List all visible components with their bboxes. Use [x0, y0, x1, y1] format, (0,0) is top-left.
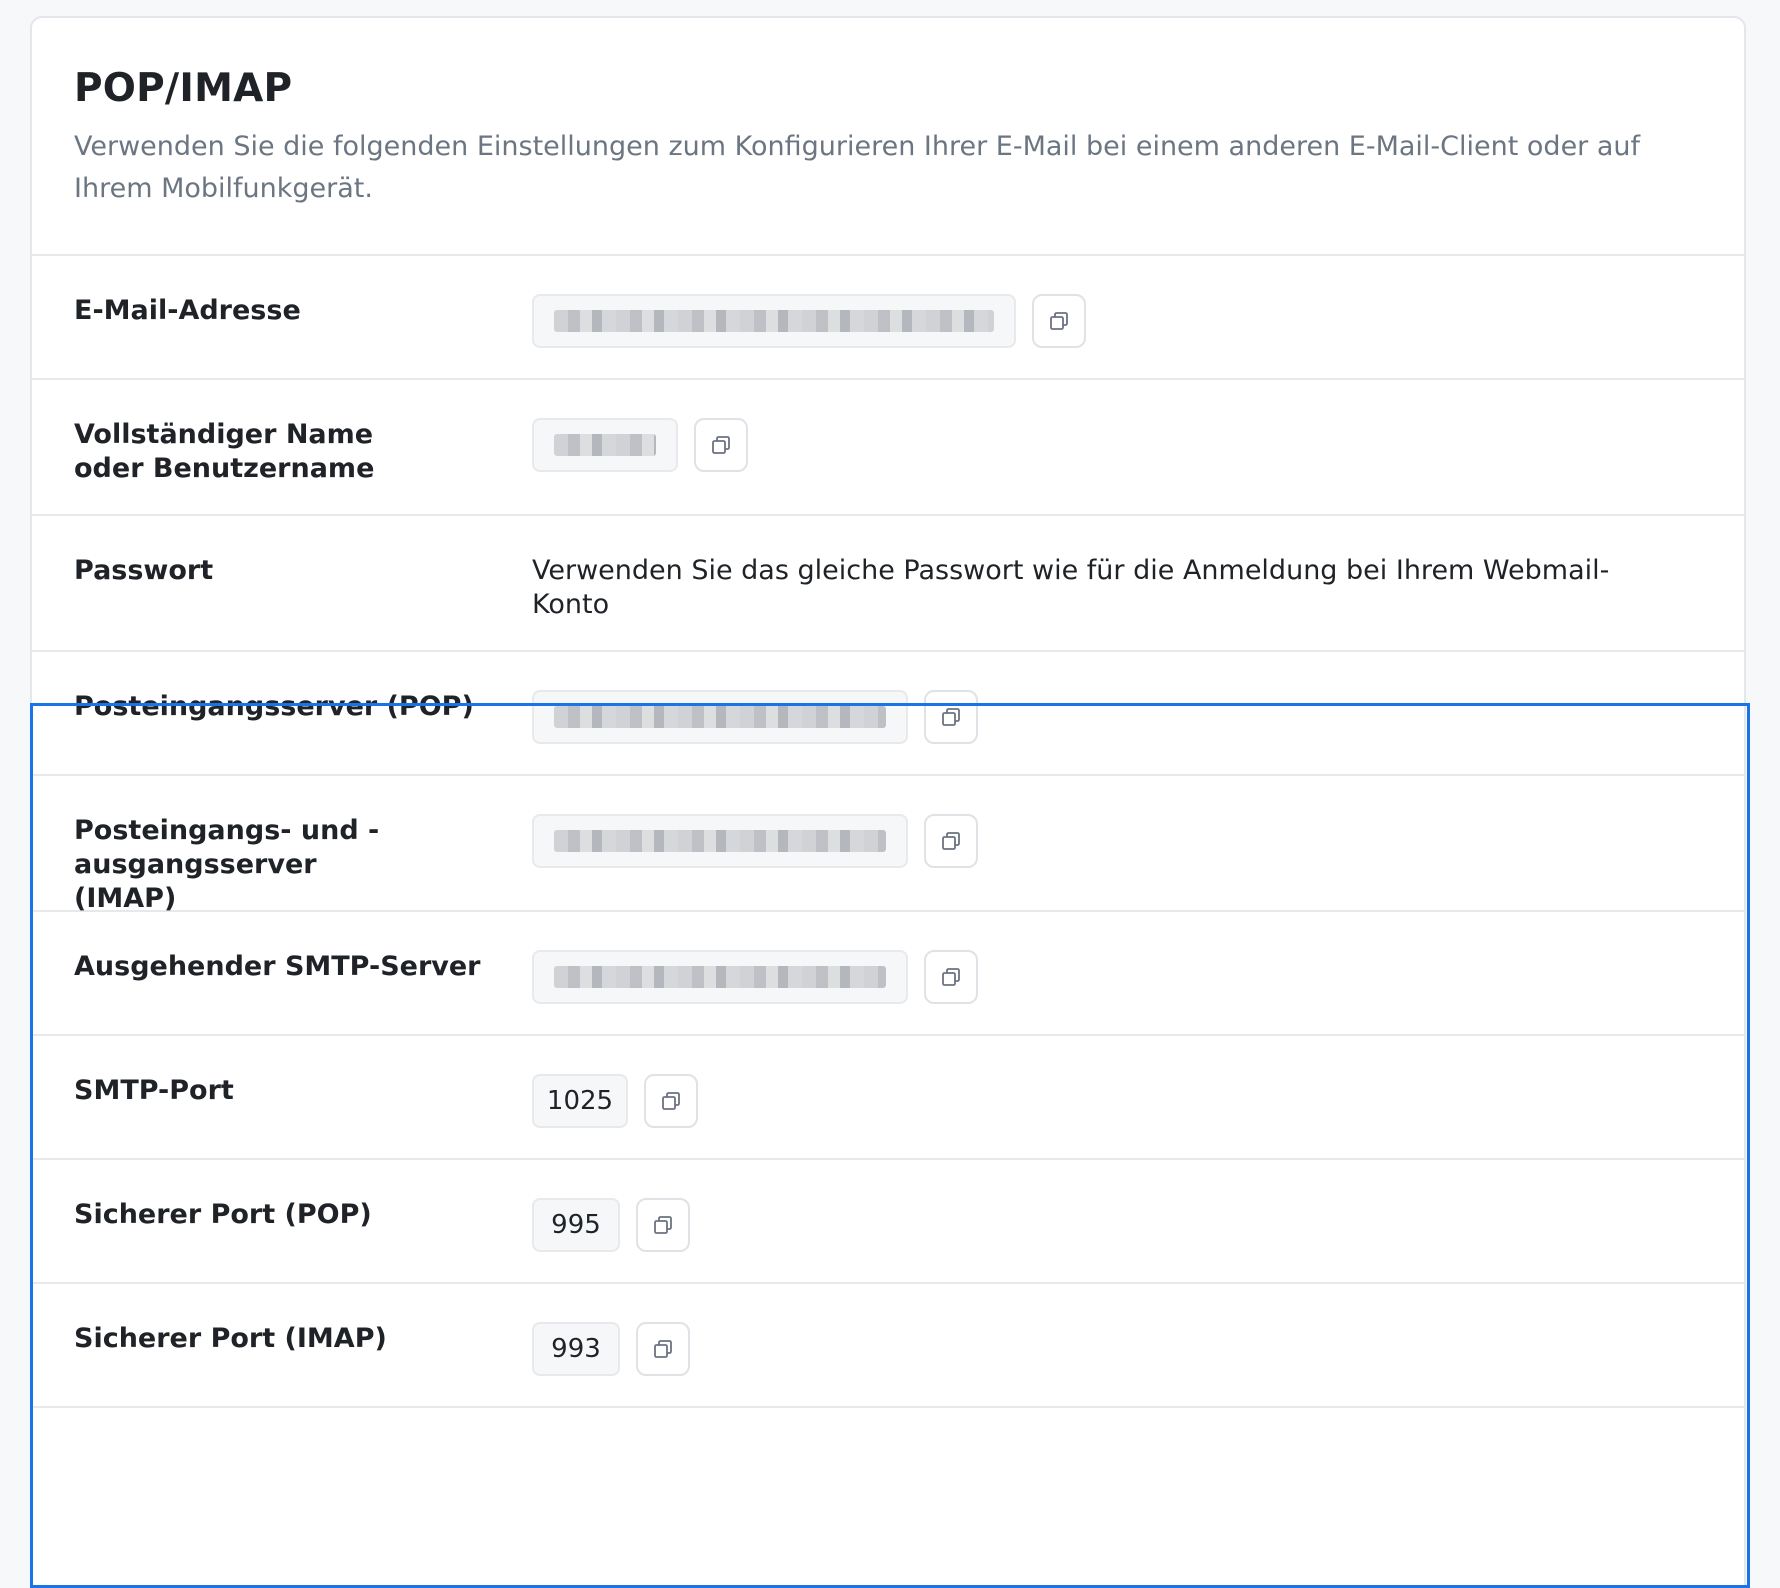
copy-icon [712, 436, 730, 454]
redacted-value [554, 434, 656, 456]
row-email-address: E-Mail-Adresse [32, 256, 1744, 380]
copy-email-address-button[interactable] [1032, 294, 1086, 348]
row-secure-imap-port: Sicherer Port (IMAP) 993 [32, 1284, 1744, 1408]
row-pop-server: Posteingangsserver (POP) [32, 652, 1744, 776]
password-label: Passwort [74, 555, 214, 586]
redacted-value [554, 706, 886, 728]
copy-icon [654, 1340, 672, 1358]
copy-icon [662, 1092, 680, 1110]
secure-imap-port-value-group: 993 [532, 1322, 1744, 1376]
row-smtp-server: Ausgehender SMTP-Server [32, 912, 1744, 1036]
smtp-server-label: Ausgehender SMTP-Server [74, 951, 481, 982]
copy-icon [942, 968, 960, 986]
secure-pop-port-label: Sicherer Port (POP) [74, 1199, 372, 1230]
row-secure-pop-port: Sicherer Port (POP) 995 [32, 1160, 1744, 1284]
secure-imap-port-value[interactable]: 993 [532, 1322, 620, 1376]
copy-icon [942, 832, 960, 850]
copy-smtp-server-button[interactable] [924, 950, 978, 1004]
row-username: Vollständiger Name oder Benutzername [32, 380, 1744, 516]
smtp-server-value[interactable] [532, 950, 908, 1004]
copy-imap-server-button[interactable] [924, 814, 978, 868]
email-address-label: E-Mail-Adresse [74, 295, 301, 326]
pop-imap-card: POP/IMAP Verwenden Sie die folgenden Ein… [30, 16, 1746, 1588]
card-title: POP/IMAP [74, 66, 293, 111]
pop-server-label: Posteingangsserver (POP) [74, 691, 474, 722]
copy-icon [942, 708, 960, 726]
pop-server-value-group [532, 690, 1744, 744]
copy-username-button[interactable] [694, 418, 748, 472]
redacted-value [554, 830, 886, 852]
smtp-port-value-group: 1025 [532, 1074, 1744, 1128]
redacted-value [554, 966, 886, 988]
card-description: Verwenden Sie die folgenden Einstellunge… [74, 131, 1641, 204]
page: POP/IMAP Verwenden Sie die folgenden Ein… [0, 0, 1780, 1588]
imap-server-value[interactable] [532, 814, 908, 868]
row-imap-server: Posteingangs- und -ausgangsserver (IMAP) [32, 776, 1744, 914]
username-value[interactable] [532, 418, 678, 472]
copy-secure-imap-port-button[interactable] [636, 1322, 690, 1376]
redacted-value [554, 310, 994, 332]
card-header: POP/IMAP Verwenden Sie die folgenden Ein… [32, 18, 1744, 256]
row-smtp-port: SMTP-Port 1025 [32, 1036, 1744, 1160]
email-address-value-group [532, 294, 1744, 348]
secure-pop-port-value[interactable]: 995 [532, 1198, 620, 1252]
smtp-port-label: SMTP-Port [74, 1075, 234, 1106]
copy-smtp-port-button[interactable] [644, 1074, 698, 1128]
username-label: Vollständiger Name oder Benutzername [74, 419, 375, 484]
copy-icon [654, 1216, 672, 1234]
username-value-group [532, 418, 1744, 472]
password-value-group: Verwenden Sie das gleiche Passwort wie f… [532, 554, 1744, 622]
secure-pop-port-value-group: 995 [532, 1198, 1744, 1252]
password-info-text: Verwenden Sie das gleiche Passwort wie f… [532, 555, 1610, 620]
imap-server-value-group [532, 814, 1744, 868]
smtp-port-value[interactable]: 1025 [532, 1074, 628, 1128]
secure-imap-port-label: Sicherer Port (IMAP) [74, 1323, 387, 1354]
smtp-server-value-group [532, 950, 1744, 1004]
imap-server-label: Posteingangs- und -ausgangsserver (IMAP) [74, 815, 380, 914]
copy-icon [1050, 312, 1068, 330]
email-address-value[interactable] [532, 294, 1016, 348]
copy-secure-pop-port-button[interactable] [636, 1198, 690, 1252]
copy-pop-server-button[interactable] [924, 690, 978, 744]
row-password: Passwort Verwenden Sie das gleiche Passw… [32, 516, 1744, 652]
pop-server-value[interactable] [532, 690, 908, 744]
